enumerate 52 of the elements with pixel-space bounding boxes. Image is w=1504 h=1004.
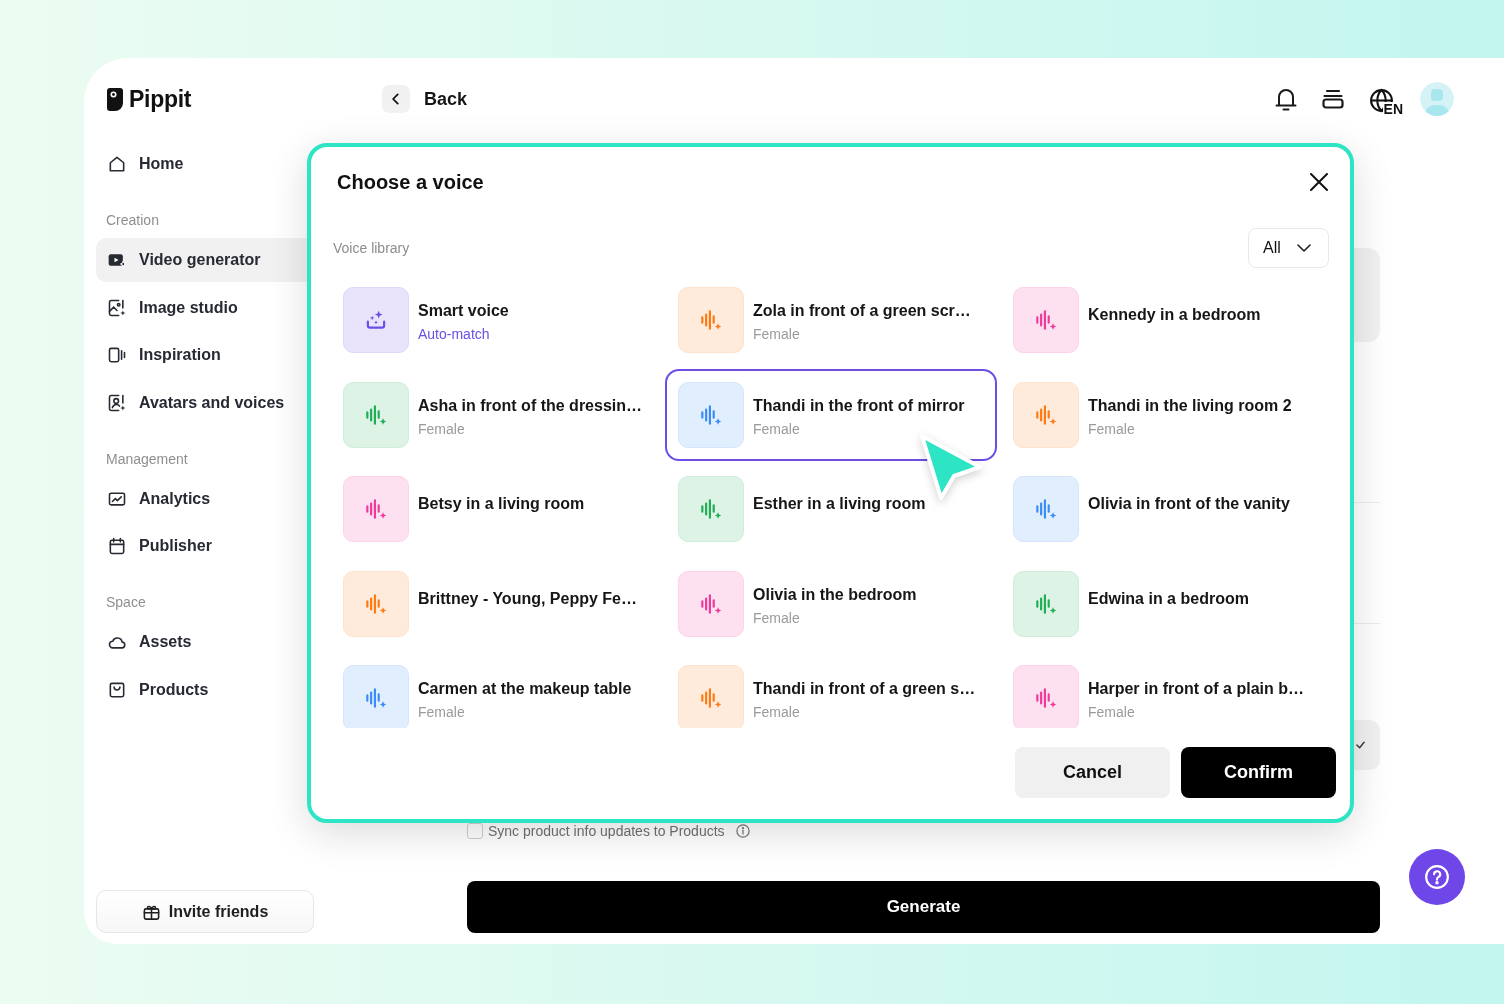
section-label: Voice library [333, 238, 410, 258]
nav-item[interactable]: Inspiration [96, 333, 315, 377]
voice-option[interactable]: Olivia in front of the vanity [1000, 463, 1332, 555]
voice-option[interactable]: Olivia in the bedroom Female [665, 557, 997, 650]
close-icon[interactable] [1310, 173, 1328, 191]
section-label: Creation [105, 211, 160, 230]
dialog-title: Choose a voice [337, 170, 484, 195]
check-icon [1356, 741, 1365, 749]
chevron-left-icon [382, 85, 410, 113]
voice-option[interactable]: Harper in front of a plain b… Female [1000, 652, 1332, 728]
checkbox[interactable] [467, 823, 483, 839]
panel-bars-icon [107, 345, 127, 365]
nav-item[interactable]: Products [96, 667, 315, 712]
nav-item[interactable]: Publisher [96, 524, 315, 568]
info-icon[interactable] [735, 824, 750, 838]
confirm-button[interactable]: Confirm [1181, 747, 1336, 798]
portrait-sparkle-icon [107, 392, 127, 413]
logo-icon [107, 87, 123, 111]
voice-option[interactable]: Thandi in front of a green s… Female [665, 652, 997, 728]
voice-option[interactable]: Thandi in the living room 2 Female [1000, 368, 1332, 461]
stack-icon[interactable] [1320, 87, 1345, 111]
back-button[interactable]: Back [382, 85, 468, 113]
home-icon [107, 154, 127, 174]
image-sparkle-icon [107, 297, 127, 318]
voice-option[interactable]: Asha in front of the dressin… Female [330, 368, 662, 461]
voice-option[interactable]: Brittney - Young, Peppy Fe… [330, 557, 662, 650]
cancel-button[interactable]: Cancel [1015, 747, 1170, 798]
voice-option[interactable]: Smart voice Auto-match [330, 274, 662, 366]
calendar-icon [107, 536, 127, 556]
language-button[interactable]: EN [1368, 85, 1403, 113]
nav-item[interactable]: Image studio [96, 285, 315, 330]
nav-item[interactable]: Assets [96, 620, 315, 664]
section-label: Space [105, 593, 147, 612]
chevron-down-icon [1296, 244, 1311, 252]
voice-option[interactable]: Betsy in a living room [330, 463, 662, 555]
voice-option[interactable]: Carmen at the makeup table Female [330, 652, 662, 728]
checkbox-label: Sync product info updates to Products [488, 823, 725, 839]
nav-item[interactable]: Avatars and voices [96, 380, 315, 425]
voice-option[interactable]: Edwina in a bedroom [1000, 557, 1332, 650]
invite-friends-button[interactable]: Invite friends [96, 890, 314, 933]
filter-dropdown[interactable]: All [1248, 228, 1329, 268]
nav-item[interactable]: Home [96, 142, 315, 186]
section-label: Management [105, 449, 189, 469]
generate-button[interactable]: Generate [467, 881, 1380, 933]
brand-name: Pippit [129, 87, 192, 111]
bell-icon[interactable] [1273, 86, 1298, 112]
voice-option[interactable]: Thandi in the front of mirror Female [665, 368, 997, 461]
voice-option[interactable]: Zola in front of a green scr… Female [665, 274, 997, 366]
help-icon [1424, 864, 1450, 890]
voice-option[interactable]: Esther in a living room [665, 463, 997, 555]
voice-option[interactable]: Kennedy in a bedroom [1000, 274, 1332, 366]
nav-item[interactable]: Analytics [96, 476, 315, 521]
